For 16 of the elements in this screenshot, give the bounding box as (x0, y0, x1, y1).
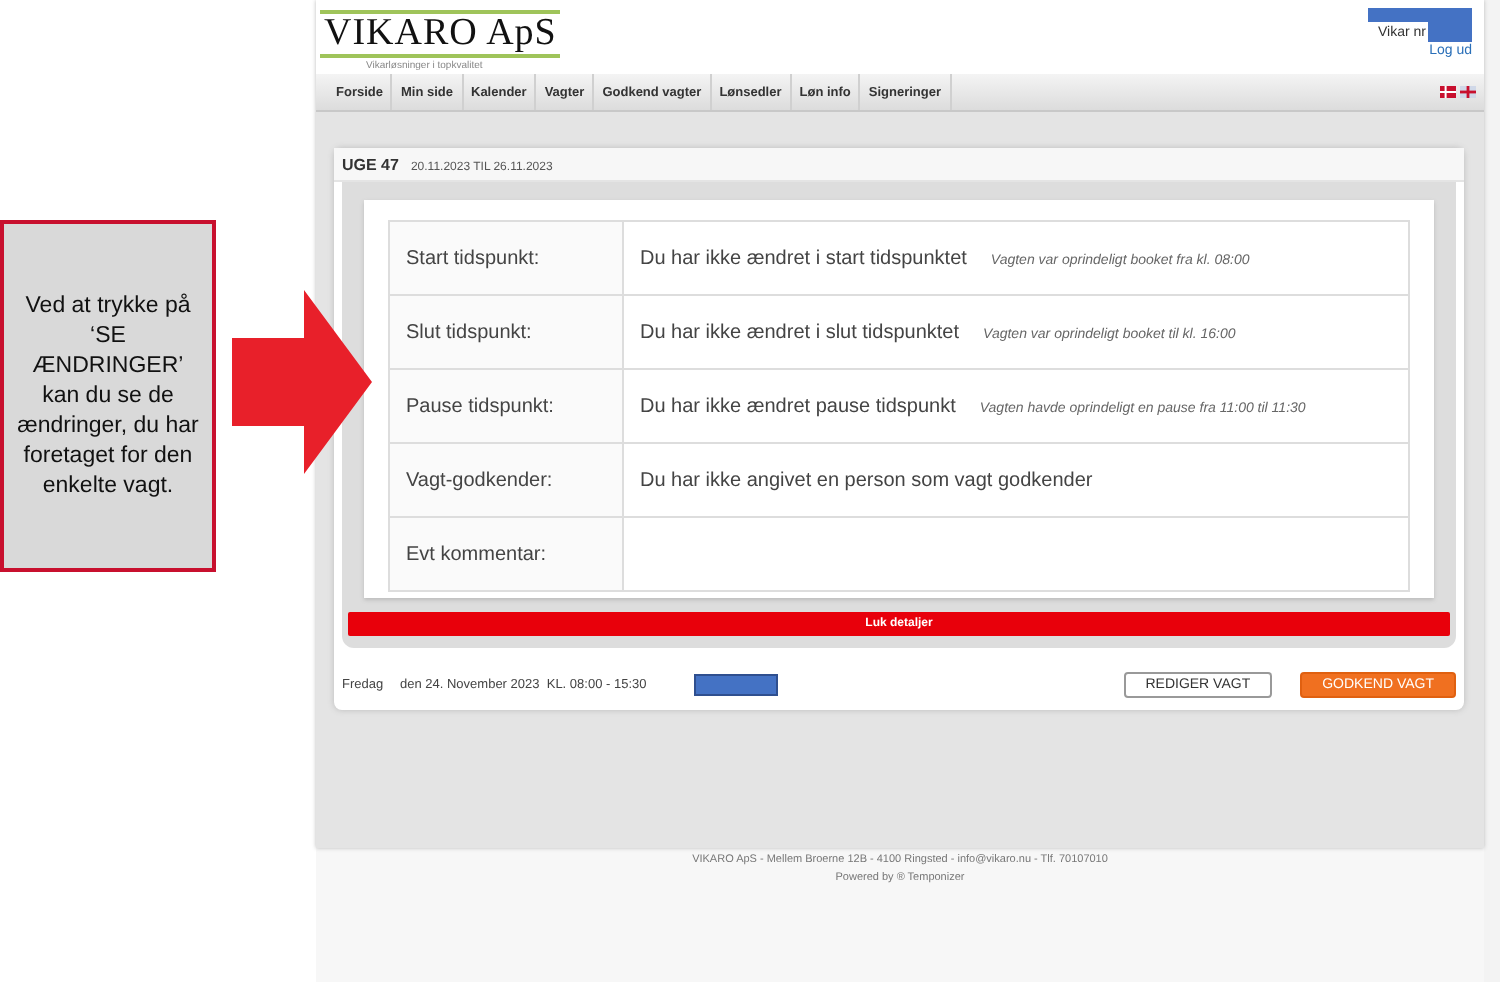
detail-label: Start tidspunkt: (389, 221, 623, 295)
detail-label: Evt kommentar: (389, 517, 623, 591)
detail-label: Slut tidspunkt: (389, 295, 623, 369)
detail-value: Du har ikke angivet en person som vagt godkender (640, 469, 1093, 491)
detail-value: Du har ikke ændret i slut tidspunktet (640, 321, 960, 343)
detail-label: Vagt-godkender: (389, 443, 623, 517)
flag-icon[interactable] (1440, 86, 1456, 98)
detail-value: Du har ikke ændret i start tidspunktet (640, 247, 967, 269)
flag-icon[interactable] (1460, 86, 1476, 98)
callout-text: Ved at trykke på ‘SE ÆNDRINGER’ kan du se de ændringer, du har foretaget for den enkelte vagt. (0, 220, 216, 572)
logo-text: VIKARO ApS (320, 10, 561, 58)
detail-label: Pause tidspunkt: (389, 369, 623, 443)
redaction-block (694, 674, 778, 696)
detail-value: Du har ikke ændret pause tidspunkt (640, 395, 956, 417)
week-title: UGE 47 (342, 156, 399, 174)
arrow-icon (232, 290, 372, 474)
